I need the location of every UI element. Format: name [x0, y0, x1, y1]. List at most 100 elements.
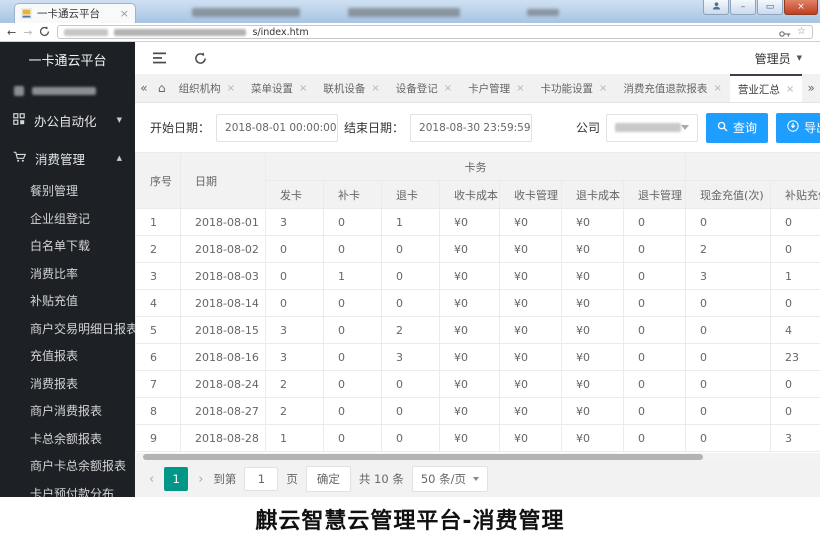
goto-page-input[interactable]: 1 [244, 467, 278, 491]
search-button[interactable]: 查询 [706, 113, 768, 143]
next-page-icon[interactable]: › [196, 472, 205, 487]
background-tab-redacted[interactable] [192, 8, 300, 17]
tabs-forward-icon[interactable]: » [802, 74, 820, 102]
prev-page-icon[interactable]: ‹ [147, 472, 156, 487]
sidebar-subitem-3[interactable]: 消费比率 [0, 260, 135, 288]
tab-close-icon[interactable]: × [516, 83, 524, 94]
table-cell: 0 [686, 425, 771, 452]
sidebar-subitem-4[interactable]: 补贴充值 [0, 287, 135, 315]
tab-close-icon[interactable]: × [713, 83, 721, 94]
sidebar-subitem-0[interactable]: 餐别管理 [0, 177, 135, 205]
table-cell: 2018-08-02 [181, 236, 266, 263]
content-tab-3[interactable]: 设备登记× [388, 74, 460, 102]
table-cell: 2 [266, 371, 324, 398]
content-tab-0[interactable]: 组织机构× [171, 74, 243, 102]
table-cell: 2018-08-03 [181, 263, 266, 290]
table-cell: 0 [382, 290, 440, 317]
scrollbar-thumb[interactable] [143, 454, 703, 460]
confirm-button[interactable]: 确定 [306, 466, 351, 492]
tab-label: 消费充值退款报表 [623, 81, 707, 96]
collapse-menu-icon[interactable] [153, 52, 168, 64]
browser-tabstrip: 一卡通云平台 × – ▭ × [0, 0, 820, 23]
col-group-card: 卡务 [266, 153, 686, 181]
current-page-button[interactable]: 1 [164, 467, 188, 491]
table-cell: 0 [324, 290, 382, 317]
sidebar-item-redacted[interactable] [14, 83, 135, 99]
table-row: 12018-08-01301¥0¥0¥0000 [136, 209, 820, 236]
table-cell: 3 [382, 344, 440, 371]
sidebar-subitem-2[interactable]: 白名单下载 [0, 232, 135, 260]
profile-button[interactable] [703, 0, 729, 15]
end-date-input[interactable]: 2018-08-30 23:59:59 [410, 114, 532, 142]
content-tab-5[interactable]: 卡功能设置× [533, 74, 616, 102]
col-header-index: 序号 [136, 153, 181, 209]
tab-close-icon[interactable]: × [599, 83, 607, 94]
table-cell: 2 [136, 236, 181, 263]
table-row: 22018-08-02000¥0¥0¥0020 [136, 236, 820, 263]
admin-dropdown[interactable]: 管理员 ▼ [755, 50, 802, 67]
goto-label: 到第 [213, 471, 236, 487]
sidebar-item-office-automation[interactable]: 办公自动化 ▼ [0, 101, 135, 139]
table-cell: 0 [266, 290, 324, 317]
sidebar-subitem-10[interactable]: 商户卡总余额报表 [0, 452, 135, 480]
content-tab-1[interactable]: 菜单设置× [243, 74, 315, 102]
per-page-select[interactable]: 50 条/页 [412, 466, 488, 492]
browser-chrome: 一卡通云平台 × – ▭ × ← → s/index.htm [0, 0, 820, 42]
content-toolbar: 管理员 ▼ [135, 42, 820, 74]
table-cell: 0 [324, 344, 382, 371]
tabs-back-icon[interactable]: « [135, 74, 153, 102]
table-cell: ¥0 [500, 398, 562, 425]
background-tab-redacted[interactable] [348, 8, 460, 17]
export-button[interactable]: 导出 [776, 113, 820, 143]
forward-icon[interactable]: → [23, 27, 32, 38]
minimize-button[interactable]: – [730, 0, 756, 15]
content-tab-2[interactable]: 联机设备× [315, 74, 387, 102]
user-icon [712, 1, 721, 13]
sidebar-item-label: 消费管理 [35, 149, 85, 168]
sidebar-item-consumption[interactable]: 消费管理 ▲ [0, 139, 135, 177]
sidebar-subitem-5[interactable]: 商户交易明细日报表 [0, 315, 135, 343]
sidebar-subitem-1[interactable]: 企业组登记 [0, 205, 135, 233]
sidebar-subitem-9[interactable]: 卡总余额报表 [0, 425, 135, 453]
col-header-7: 现金充值(次) [686, 181, 771, 209]
table-cell: 0 [382, 371, 440, 398]
company-select[interactable] [606, 114, 698, 142]
col-header-8: 补贴充值(次) [771, 181, 820, 209]
tab-close-icon[interactable]: × [371, 83, 379, 94]
sidebar-subitem-11[interactable]: 卡户预付款分布 [0, 480, 135, 498]
tab-close-icon[interactable]: × [227, 83, 235, 94]
url-text: s/index.htm [252, 27, 308, 38]
table-cell: 2018-08-14 [181, 290, 266, 317]
reload-icon[interactable] [39, 26, 50, 39]
home-icon[interactable]: ⌂ [153, 74, 171, 102]
table-cell: 0 [686, 398, 771, 425]
sidebar-subitem-8[interactable]: 商户消费报表 [0, 397, 135, 425]
table-row: 72018-08-24200¥0¥0¥0000 [136, 371, 820, 398]
key-icon[interactable] [779, 23, 791, 42]
background-tab-redacted[interactable] [527, 9, 559, 16]
back-icon[interactable]: ← [7, 27, 16, 38]
horizontal-scrollbar[interactable] [135, 453, 820, 461]
content-tab-7[interactable]: 营业汇总 × [730, 74, 802, 102]
content-tab-4[interactable]: 卡户管理× [460, 74, 532, 102]
sidebar-submenu: 餐别管理企业组登记白名单下载消费比率补贴充值商户交易明细日报表充值报表消费报表商… [0, 177, 135, 497]
start-date-input[interactable]: 2018-08-01 00:00:00 [216, 114, 338, 142]
refresh-icon[interactable] [194, 52, 207, 65]
sidebar-subitem-7[interactable]: 消费报表 [0, 370, 135, 398]
table-cell: ¥0 [500, 317, 562, 344]
close-window-button[interactable]: × [784, 0, 818, 15]
bookmark-star-icon[interactable]: ☆ [797, 27, 806, 37]
tab-label: 营业汇总 [738, 82, 780, 97]
maximize-button[interactable]: ▭ [757, 0, 783, 15]
total-count-label: 共 10 条 [359, 471, 404, 487]
table-cell: 1 [771, 263, 820, 290]
content-tab-6[interactable]: 消费充值退款报表 × [615, 74, 729, 102]
table-cell: ¥0 [500, 425, 562, 452]
tab-close-icon[interactable]: × [786, 84, 794, 95]
sidebar-subitem-6[interactable]: 充值报表 [0, 342, 135, 370]
tab-close-icon[interactable]: × [299, 83, 307, 94]
tab-close-icon[interactable]: × [444, 83, 452, 94]
url-input[interactable]: s/index.htm ☆ [57, 25, 813, 39]
browser-tab-active[interactable]: 一卡通云平台 × [14, 3, 136, 23]
tab-close-icon[interactable]: × [120, 8, 129, 19]
